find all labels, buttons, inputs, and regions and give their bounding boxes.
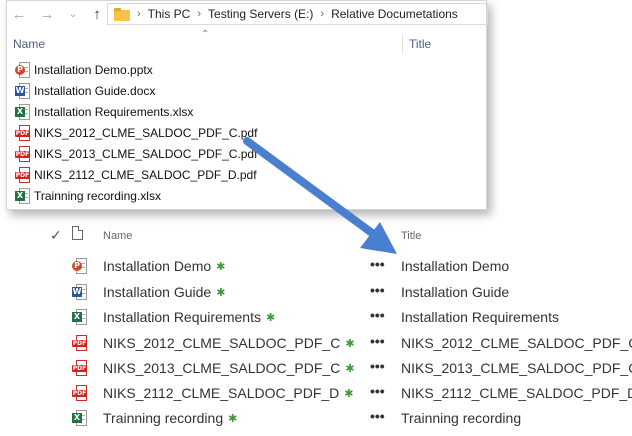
powerpoint-file-icon: P: [72, 258, 87, 274]
more-actions-icon[interactable]: •••: [370, 358, 385, 374]
title-column-header[interactable]: Title: [401, 230, 421, 242]
breadcrumb-drive[interactable]: Testing Servers (E:): [208, 7, 313, 21]
document-title: NIKS_2013_CLME_SALDOC_PDF_C: [401, 360, 632, 376]
more-actions-icon[interactable]: •••: [370, 333, 385, 349]
more-actions-icon[interactable]: •••: [370, 408, 385, 424]
new-item-icon: ✱: [345, 362, 355, 375]
file-name: Installation Guide.docx: [34, 83, 156, 98]
more-actions-icon[interactable]: •••: [370, 383, 385, 399]
address-row: ← → ⌄ ↑ › This PC › Testing Servers (E:)…: [7, 1, 488, 27]
table-row[interactable]: W Installation Guide ✱ ••• Installation G…: [0, 280, 632, 305]
new-item-icon: ✱: [265, 311, 276, 324]
excel-file-icon: X: [72, 410, 87, 426]
document-name-link[interactable]: Installation Requirements: [103, 309, 261, 325]
word-file-icon: W: [15, 82, 30, 99]
word-file-icon: W: [72, 284, 87, 300]
document-title: Trainning recording: [401, 410, 522, 426]
file-item[interactable]: PDF NIKS_2012_CLME_SALDOC_PDF_C.pdf: [15, 122, 257, 143]
pdf-file-icon: PDF: [15, 124, 30, 141]
table-row[interactable]: P Installation Demo ✱ ••• Installation De…: [0, 254, 632, 279]
name-column-header[interactable]: Name: [103, 230, 132, 242]
pdf-file-icon: PDF: [72, 335, 87, 351]
chevron-right-icon: ›: [320, 8, 325, 20]
folder-icon: [114, 7, 130, 21]
file-name: NIKS_2112_CLME_SALDOC_PDF_D.pdf: [34, 167, 257, 182]
excel-file-icon: X: [72, 309, 87, 325]
document-name-link[interactable]: Installation Guide: [103, 284, 211, 300]
document-name-link[interactable]: NIKS_2012_CLME_SALDOC_PDF_C: [103, 335, 340, 351]
file-item[interactable]: W Installation Guide.docx: [15, 80, 257, 101]
chevron-down-icon[interactable]: ⌄: [63, 4, 83, 24]
pdf-file-icon: PDF: [72, 385, 87, 401]
more-actions-icon[interactable]: •••: [370, 282, 385, 298]
document-name-link[interactable]: Installation Demo: [103, 258, 211, 274]
new-item-icon: ✱: [345, 337, 355, 350]
new-item-icon: ✱: [216, 260, 226, 273]
document-title: Installation Demo: [401, 258, 510, 274]
table-row[interactable]: X Trainning recording ✱ ••• Trainning rec…: [0, 406, 632, 431]
pdf-file-icon: PDF: [15, 166, 30, 183]
table-row[interactable]: PDF NIKS_2112_CLME_SALDOC_PDF_D ✱ ••• NIK…: [0, 381, 632, 406]
select-all-check-icon[interactable]: ✓: [50, 227, 62, 244]
column-divider[interactable]: [402, 34, 403, 54]
file-name: Trainning recording.xlsx: [34, 188, 161, 203]
table-row[interactable]: PDF NIKS_2012_CLME_SALDOC_PDF_C ✱ ••• NIK…: [0, 331, 632, 356]
file-name: Installation Requirements.xlsx: [34, 104, 194, 119]
file-type-icon[interactable]: [72, 226, 83, 240]
new-item-icon: ✱: [228, 412, 238, 425]
new-item-icon: ✱: [344, 387, 354, 400]
document-title: NIKS_2112_CLME_SALDOC_PDF_D: [401, 385, 632, 401]
pdf-file-icon: PDF: [15, 145, 30, 162]
file-item[interactable]: X Installation Requirements.xlsx: [15, 101, 257, 122]
document-name-link[interactable]: Trainning recording: [103, 410, 223, 426]
file-explorer-window: ← → ⌄ ↑ › This PC › Testing Servers (E:)…: [6, 0, 488, 210]
table-row[interactable]: PDF NIKS_2013_CLME_SALDOC_PDF_C ✱ ••• NIK…: [0, 356, 632, 381]
explorer-column-header: ⌃ Name Title: [7, 29, 486, 57]
excel-file-icon: X: [15, 103, 30, 120]
title-column-header[interactable]: Title: [409, 37, 431, 51]
document-title: Installation Guide: [401, 284, 510, 300]
file-item[interactable]: P Installation Demo.pptx: [15, 59, 257, 80]
new-item-icon: ✱: [216, 286, 226, 299]
document-name-link[interactable]: NIKS_2112_CLME_SALDOC_PDF_D: [103, 385, 339, 401]
pdf-file-icon: PDF: [72, 360, 87, 376]
file-item[interactable]: PDF NIKS_2013_CLME_SALDOC_PDF_C.pdf: [15, 143, 257, 164]
address-bar[interactable]: › This PC › Testing Servers (E:) › Relat…: [107, 3, 488, 25]
breadcrumb-folder[interactable]: Relative Documetations: [331, 7, 458, 21]
file-item[interactable]: PDF NIKS_2112_CLME_SALDOC_PDF_D.pdf: [15, 164, 257, 185]
excel-file-icon: X: [15, 187, 30, 204]
sort-ascending-icon: ⌃: [201, 29, 210, 40]
explorer-file-list: P Installation Demo.pptx W Installation …: [15, 59, 257, 206]
powerpoint-file-icon: P: [15, 61, 30, 78]
breadcrumb-this-pc[interactable]: This PC: [148, 7, 191, 21]
arrow-right-icon[interactable]: →: [37, 4, 57, 24]
table-row[interactable]: X Installation Requirements ✱ ••• Install…: [0, 305, 632, 330]
file-name: NIKS_2012_CLME_SALDOC_PDF_C.pdf: [34, 125, 258, 140]
document-title: NIKS_2012_CLME_SALDOC_PDF_C: [401, 335, 632, 351]
arrow-up-icon[interactable]: ↑: [87, 4, 107, 24]
file-name: NIKS_2013_CLME_SALDOC_PDF_C.pdf: [34, 146, 258, 161]
more-actions-icon[interactable]: •••: [370, 256, 385, 272]
arrow-left-icon[interactable]: ←: [9, 4, 29, 24]
chevron-right-icon: ›: [137, 8, 141, 20]
library-column-header: ✓ Name Title: [0, 224, 632, 248]
document-title: Installation Requirements: [401, 309, 559, 325]
more-actions-icon[interactable]: •••: [370, 307, 385, 323]
name-column-header[interactable]: Name: [13, 37, 45, 51]
chevron-right-icon: ›: [197, 8, 202, 20]
file-name: Installation Demo.pptx: [34, 62, 153, 77]
document-name-link[interactable]: NIKS_2013_CLME_SALDOC_PDF_C: [103, 360, 340, 376]
file-item[interactable]: X Trainning recording.xlsx: [15, 185, 257, 206]
